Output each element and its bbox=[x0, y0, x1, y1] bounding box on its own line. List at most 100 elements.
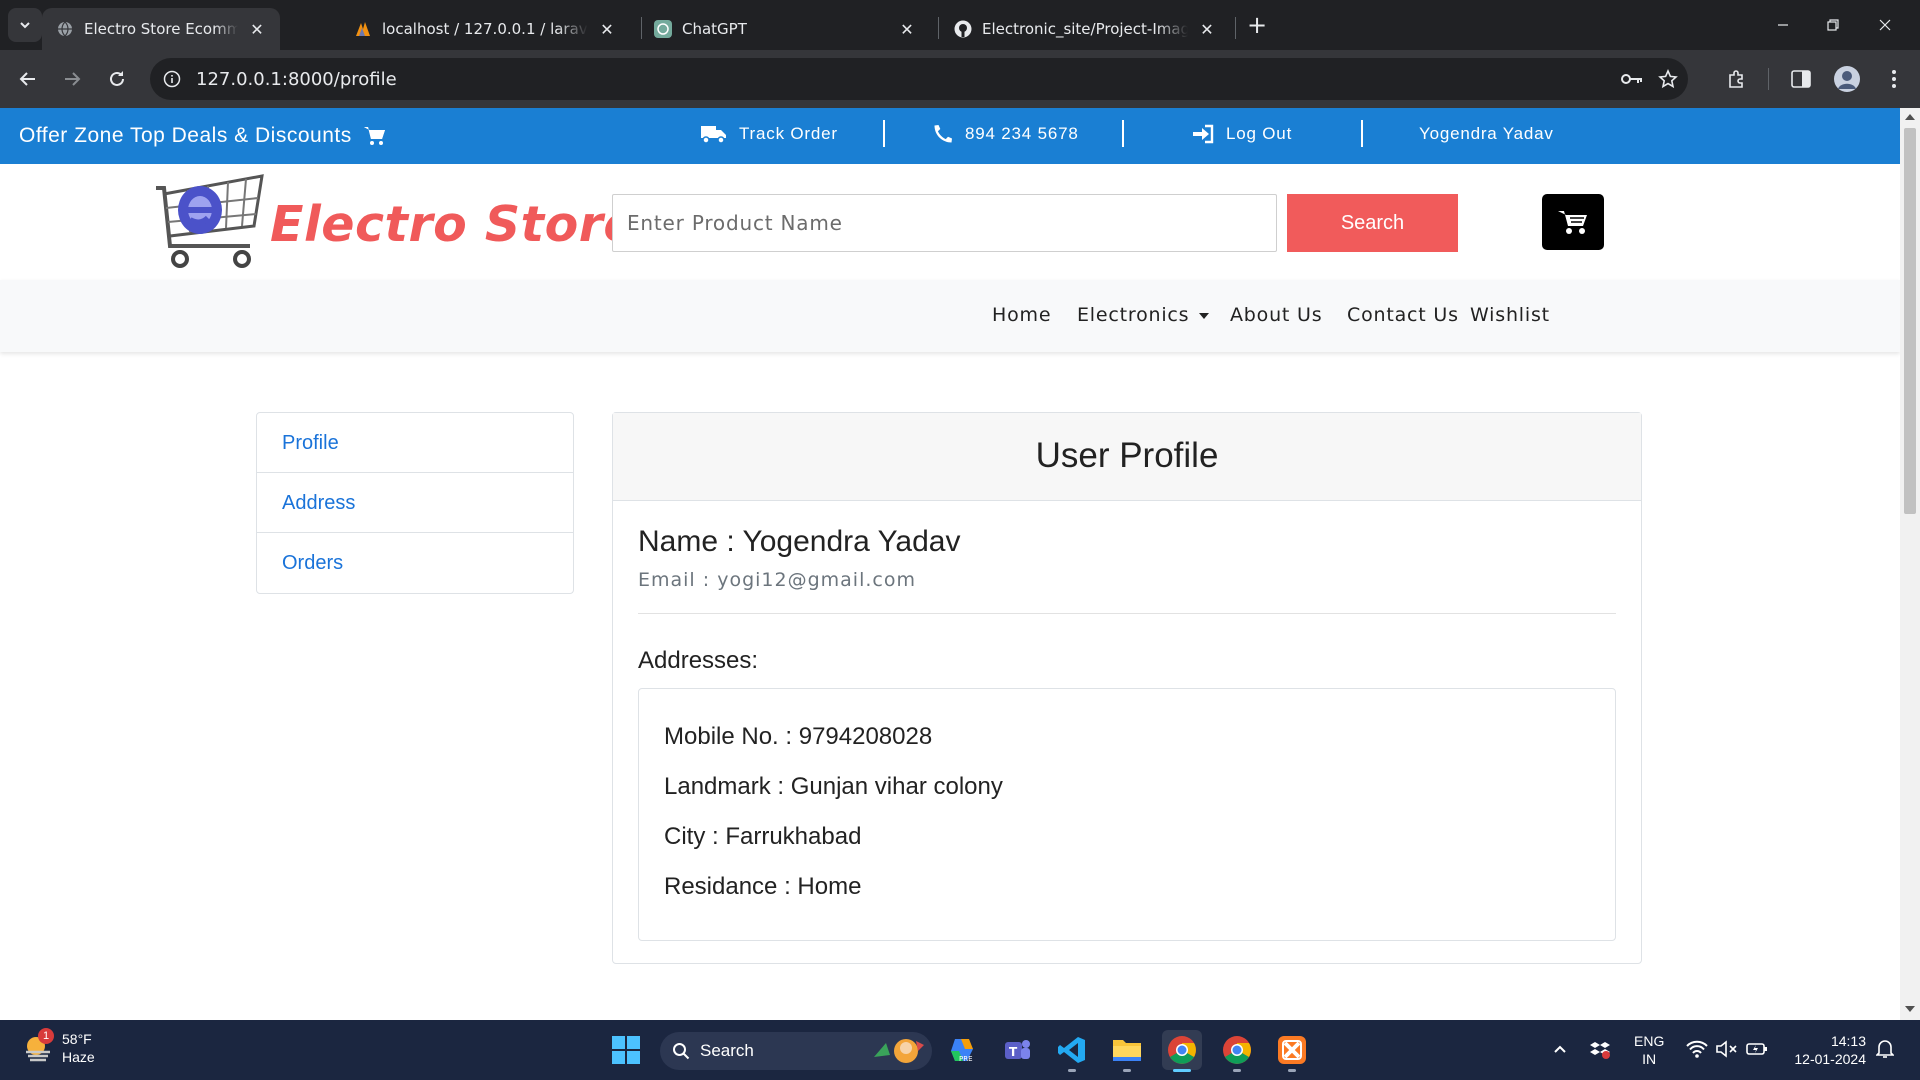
browser-menu-icon[interactable] bbox=[1880, 65, 1908, 93]
browser-tab-electro-store[interactable]: Electro Store Ecommerce Categ ✕ bbox=[42, 8, 280, 50]
sidebar-item-address[interactable]: Address bbox=[257, 473, 573, 533]
key-icon[interactable] bbox=[1620, 67, 1644, 91]
profile-avatar[interactable] bbox=[1833, 65, 1861, 93]
copilot-icon: PRE bbox=[951, 1039, 973, 1063]
divider bbox=[638, 613, 1616, 614]
extensions-icon[interactable] bbox=[1722, 65, 1750, 93]
taskbar-app-vscode[interactable] bbox=[1052, 1030, 1092, 1072]
restore-icon bbox=[1827, 19, 1839, 31]
close-icon bbox=[1879, 19, 1891, 31]
address-bar[interactable]: 127.0.0.1:8000/profile bbox=[150, 58, 1688, 100]
arrow-left-icon bbox=[19, 72, 35, 86]
taskbar-app-copilot[interactable]: PRE bbox=[942, 1030, 982, 1070]
user-email: Email : yogi12@gmail.com bbox=[638, 569, 916, 591]
weather-haze-icon: 1 bbox=[22, 1028, 54, 1064]
taskbar-app-xampp[interactable] bbox=[1272, 1030, 1312, 1072]
show-hidden-icons-chevron-up-icon[interactable] bbox=[1552, 1041, 1568, 1062]
clock[interactable]: 14:13 12-01-2024 bbox=[1786, 1032, 1866, 1068]
wifi-icon[interactable] bbox=[1686, 1040, 1708, 1063]
close-tab-icon[interactable]: ✕ bbox=[248, 20, 266, 39]
running-indicator bbox=[1233, 1069, 1241, 1072]
offer-zone-text: Offer Zone Top Deals & Discounts bbox=[19, 124, 352, 147]
address-mobile: Mobile No. : 9794208028 bbox=[664, 723, 933, 750]
active-indicator bbox=[1173, 1069, 1191, 1072]
addresses-heading: Addresses: bbox=[638, 647, 759, 674]
nav-electronics-dropdown[interactable]: Electronics bbox=[1077, 304, 1210, 326]
address-box: Mobile No. : 9794208028 Landmark : Gunja… bbox=[638, 688, 1616, 941]
browser-tab-chatgpt[interactable]: ChatGPT ✕ bbox=[640, 8, 930, 50]
taskbar-search[interactable]: Search bbox=[660, 1032, 932, 1070]
nav-about-us[interactable]: About Us bbox=[1230, 304, 1322, 326]
address-residance: Residance : Home bbox=[664, 873, 862, 900]
taskbar-app-chrome-active[interactable] bbox=[1162, 1030, 1202, 1072]
vscode-icon bbox=[1058, 1037, 1085, 1063]
minimize-button[interactable] bbox=[1760, 10, 1806, 40]
user-name-link[interactable]: Yogendra Yadav bbox=[1419, 124, 1554, 144]
sidebar-item-profile[interactable]: Profile bbox=[257, 413, 573, 473]
nav-electronics-label: Electronics bbox=[1077, 304, 1190, 326]
logo-cart-icon[interactable] bbox=[150, 164, 270, 276]
phone-number: 894 234 5678 bbox=[965, 124, 1079, 143]
address-city: City : Farrukhabad bbox=[664, 823, 862, 850]
cart-button[interactable] bbox=[1542, 194, 1604, 250]
shopping-cart-icon bbox=[1558, 211, 1587, 234]
tab-title: ChatGPT bbox=[682, 20, 747, 38]
browser-tab-phpmyadmin[interactable]: localhost / 127.0.0.1 / laravel / c ✕ bbox=[340, 8, 630, 50]
close-tab-icon[interactable]: ✕ bbox=[598, 20, 616, 39]
battery-charging-icon[interactable] bbox=[1746, 1040, 1768, 1063]
phone-link[interactable]: 894 234 5678 bbox=[933, 124, 1079, 144]
shopping-cart-icon bbox=[363, 127, 385, 145]
scrollbar-thumb[interactable] bbox=[1904, 128, 1916, 514]
top-info-bar: Offer Zone Top Deals & Discounts Track O… bbox=[0, 108, 1900, 164]
clock-time: 14:13 bbox=[1830, 1033, 1866, 1049]
teams-icon: T bbox=[1005, 1040, 1030, 1059]
site-info-icon[interactable] bbox=[160, 67, 184, 91]
user-name-heading: Name : Yogendra Yadav bbox=[638, 525, 961, 558]
taskbar-app-teams[interactable]: T bbox=[997, 1030, 1037, 1070]
forward-button[interactable] bbox=[56, 63, 88, 95]
dropbox-tray-icon[interactable] bbox=[1590, 1039, 1610, 1064]
page-scrollbar[interactable] bbox=[1900, 108, 1920, 1020]
close-tab-icon[interactable]: ✕ bbox=[898, 20, 916, 39]
nav-home[interactable]: Home bbox=[992, 304, 1051, 326]
track-order-link[interactable]: Track Order bbox=[701, 124, 838, 144]
close-window-button[interactable] bbox=[1862, 10, 1908, 40]
language-code: ENG bbox=[1634, 1033, 1665, 1049]
search-button[interactable]: Search bbox=[1287, 194, 1458, 252]
page-viewport: Offer Zone Top Deals & Discounts Track O… bbox=[0, 108, 1900, 1020]
sidebar-item-orders[interactable]: Orders bbox=[257, 533, 573, 593]
restore-button[interactable] bbox=[1810, 10, 1856, 40]
logout-link[interactable]: Log Out bbox=[1192, 124, 1292, 144]
globe-icon bbox=[56, 20, 74, 38]
tab-separator bbox=[938, 17, 939, 39]
browser-tabstrip: Electro Store Ecommerce Categ ✕ localhos… bbox=[0, 0, 1920, 50]
brand-name[interactable]: Electro Store bbox=[270, 196, 637, 253]
new-tab-button[interactable]: + bbox=[1244, 13, 1270, 39]
tab-separator bbox=[1235, 17, 1236, 39]
close-tab-icon[interactable]: ✕ bbox=[1198, 20, 1216, 39]
taskbar-app-chrome[interactable] bbox=[1217, 1030, 1257, 1072]
weather-widget[interactable]: 1 58°F Haze bbox=[22, 1028, 95, 1066]
user-name: Yogendra Yadav bbox=[1419, 124, 1554, 143]
nav-wishlist[interactable]: Wishlist bbox=[1470, 304, 1550, 326]
offer-zone-link[interactable]: Offer Zone Top Deals & Discounts bbox=[19, 124, 386, 148]
profile-card-title: User Profile bbox=[613, 413, 1641, 501]
browser-tab-github[interactable]: Electronic_site/Project-Images a ✕ bbox=[940, 8, 1230, 50]
product-search-input[interactable] bbox=[612, 194, 1277, 252]
bookmark-star-icon[interactable] bbox=[1656, 67, 1680, 91]
side-panel-icon[interactable] bbox=[1787, 65, 1815, 93]
chrome-icon bbox=[1168, 1036, 1196, 1064]
browser-toolbar: 127.0.0.1:8000/profile bbox=[0, 50, 1920, 108]
notification-bell-icon[interactable] bbox=[1875, 1039, 1895, 1064]
scroll-up-arrow-icon[interactable] bbox=[1905, 114, 1915, 120]
tab-search-button[interactable] bbox=[8, 8, 42, 42]
start-button[interactable] bbox=[606, 1030, 646, 1070]
nav-contact-us[interactable]: Contact Us bbox=[1347, 304, 1459, 326]
reload-button[interactable] bbox=[101, 63, 133, 95]
taskbar-app-file-explorer[interactable] bbox=[1107, 1030, 1147, 1072]
scroll-down-arrow-icon[interactable] bbox=[1905, 1006, 1915, 1012]
language-indicator[interactable]: ENG IN bbox=[1634, 1032, 1664, 1068]
sign-out-icon bbox=[1193, 124, 1214, 144]
back-button[interactable] bbox=[12, 63, 44, 95]
volume-muted-icon[interactable] bbox=[1716, 1040, 1738, 1063]
